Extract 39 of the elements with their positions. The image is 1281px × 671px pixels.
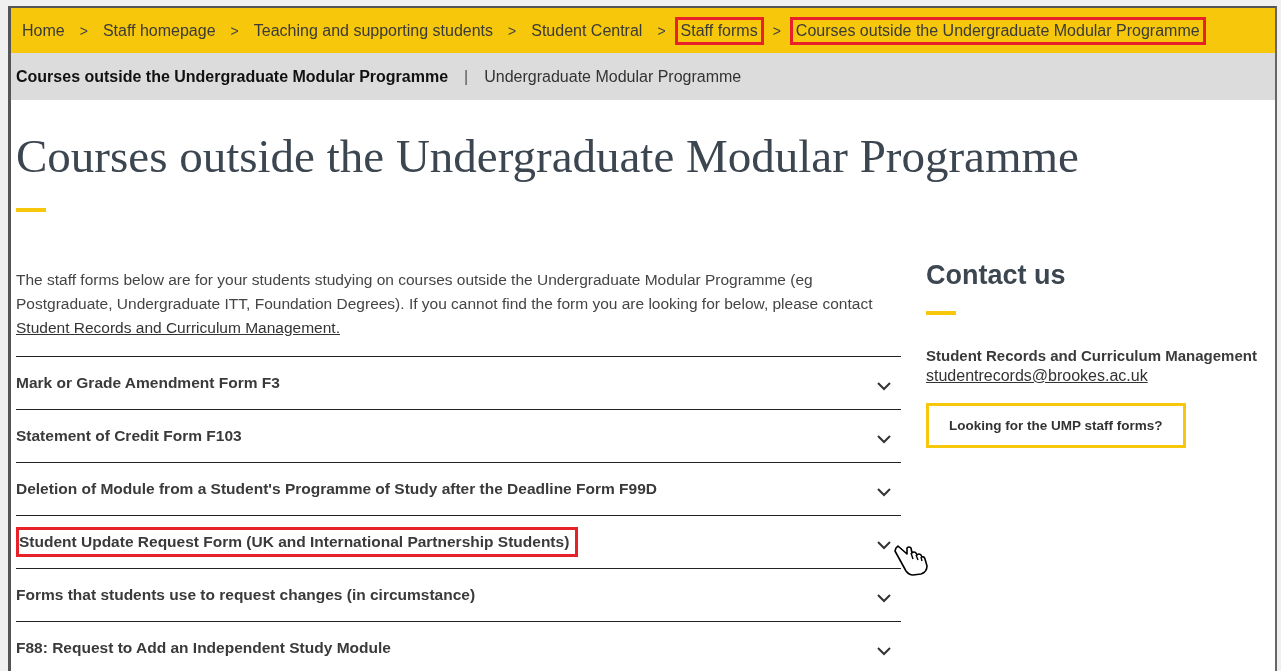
breadcrumb-link[interactable]: Courses outside the Undergraduate Modular Programme xyxy=(789,16,1206,45)
breadcrumb-separator: > xyxy=(79,22,88,39)
ump-forms-button[interactable]: Looking for the UMP staff forms? xyxy=(926,403,1186,448)
breadcrumb-separator: > xyxy=(230,22,239,39)
accordion-title: Forms that students use to request changes (in circumstance) xyxy=(16,585,477,605)
breadcrumb-link[interactable]: Home xyxy=(16,16,71,45)
breadcrumb-separator: > xyxy=(657,22,666,39)
intro-paragraph: The staff forms below are for your students studying on courses outside the Undergraduate Modular Programme (eg Postgraduate, Undergraduate ITT, Foundation Degrees). If you cannot find the form you are looking for below, please contact Student Records and Curriculum Management. xyxy=(16,270,874,338)
chevron-icon xyxy=(877,540,891,550)
sub-navigation-link[interactable]: Courses outside the Undergraduate Modular Programme xyxy=(16,67,449,86)
accordion-title: Student Update Request Form (UK and International Partnership Students) xyxy=(16,527,579,557)
accordion-item[interactable]: Mark or Grade Amendment Form F3 xyxy=(16,357,901,410)
accordion-title: Statement of Credit Form F103 xyxy=(16,426,243,446)
accordion-item[interactable]: Student Update Request Form (UK and International Partnership Students) xyxy=(16,516,901,569)
contact-name: Student Records and Curriculum Management xyxy=(926,347,1257,364)
accordion-item[interactable]: Forms that students use to request changes (in circumstance) xyxy=(16,569,901,622)
chevron-icon xyxy=(877,381,891,391)
breadcrumb-separator: > xyxy=(508,22,517,39)
chevron-icon xyxy=(877,646,891,656)
accordion-title: F88: Request to Add an Independent Study Module xyxy=(16,638,392,658)
breadcrumb-link[interactable]: Staff forms xyxy=(674,16,764,45)
accordion-item[interactable]: F88: Request to Add an Independent Study Module xyxy=(16,622,901,671)
breadcrumb-link[interactable]: Student Central xyxy=(525,16,649,45)
sub-navigation-link[interactable]: Undergraduate Modular Programme xyxy=(484,67,742,86)
accordion-item[interactable]: Statement of Credit Form F103 xyxy=(16,410,901,463)
accordion-title: Mark or Grade Amendment Form F3 xyxy=(16,373,281,393)
chevron-icon xyxy=(877,434,891,444)
email-link[interactable]: studentrecords@brookes.ac.uk xyxy=(926,367,1148,385)
breadcrumb-link[interactable]: Teaching and supporting students xyxy=(247,16,500,45)
chevron-icon xyxy=(877,487,891,497)
accordion-item[interactable]: Deletion of Module from a Student's Programme of Study after the Deadline Form F99D xyxy=(16,463,901,516)
chevron-icon xyxy=(877,593,891,603)
contact-link[interactable]: Student Records and Curriculum Management. xyxy=(16,319,340,336)
contact-heading: Contact us xyxy=(926,260,1066,291)
breadcrumb-separator: > xyxy=(772,22,781,39)
page-title: Courses outside the Undergraduate Modular Programme xyxy=(16,129,1080,184)
nav-separator: | xyxy=(464,67,469,86)
accordion-title: Deletion of Module from a Student's Programme of Study after the Deadline Form F99D xyxy=(16,479,658,499)
breadcrumb-link[interactable]: Staff homepage xyxy=(96,16,222,45)
